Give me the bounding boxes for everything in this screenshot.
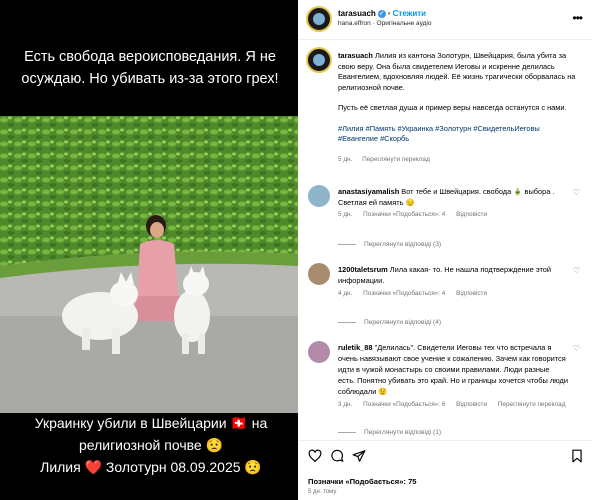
caption-username[interactable]: tarasuach [338, 51, 373, 60]
comment-meta: 3 дн. Позначки «Подобається»: 6 Відповіс… [338, 401, 574, 408]
comments-list[interactable]: tarasuach Лилия из кантона Золотурн, Шве… [298, 41, 592, 439]
comment-username[interactable]: 1200taletsrum [338, 265, 388, 274]
caption-text2: Пусть её светлая душа и пример веры навс… [338, 103, 567, 112]
author-line: tarasuach ✓ • Стежити [338, 9, 426, 18]
comment-likes[interactable]: Позначки «Подобається»: 4 [363, 290, 445, 297]
commenter-avatar[interactable] [308, 263, 330, 285]
like-heart-icon[interactable] [308, 449, 322, 463]
media-bottom-caption: Украинку убили в Швейцарии 🇨🇭 на религио… [6, 412, 296, 478]
post-details-panel: tarasuach ✓ • Стежити hana.effron · Оригіна… [298, 0, 592, 500]
comment-meta: 4 дн. Позначки «Подобається»: 4 Відповіс… [338, 290, 496, 297]
avatar-icon [313, 13, 325, 25]
media-top-caption: Есть свобода вероисповедания. Я не осужд… [21, 49, 279, 87]
view-replies-link[interactable]: Переглянути відповіді (1) [338, 429, 441, 436]
comment-translate-link[interactable]: Переглянути переклад [498, 401, 566, 408]
post-header: tarasuach ✓ • Стежити hana.effron · Оригіна… [298, 0, 592, 40]
caption-hashtags[interactable]: #Лилия #Память #Украинка #Золотурн #Свид… [338, 124, 580, 145]
comment-reply-button[interactable]: Відповісти [456, 211, 487, 218]
comment-body: 1200taletsrum Лила какая- то. Не нашла п… [338, 264, 568, 286]
comment-username[interactable]: anastasiyamalish [338, 187, 399, 196]
comment-reply-button[interactable]: Відповісти [456, 290, 487, 297]
post-photo [0, 116, 298, 413]
like-comment-heart-icon[interactable]: ♡ [573, 266, 580, 275]
post-actions: Позначки «Подобається»: 75 5 дн. тому [298, 440, 592, 500]
author-avatar[interactable] [306, 6, 332, 32]
commenter-avatar[interactable] [308, 185, 330, 207]
comment-icon[interactable] [330, 449, 344, 463]
post-caption: tarasuach Лилия из кантона Золотурн, Шве… [338, 51, 580, 165]
save-bookmark-icon[interactable] [570, 449, 584, 463]
caption-text: Лилия из кантона Золотурн, Швейцария, бы… [338, 51, 576, 92]
comment-time: 4 дн. [338, 290, 353, 297]
like-comment-heart-icon[interactable]: ♡ [573, 344, 580, 353]
like-comment-heart-icon[interactable]: ♡ [573, 188, 580, 197]
view-replies-link[interactable]: Переглянути відповіді (3) [338, 241, 441, 248]
media-bottom-line1: Украинку убили в Швейцарии 🇨🇭 на религио… [34, 415, 268, 453]
post-likes-count[interactable]: Позначки «Подобається»: 75 [308, 477, 417, 486]
post-time: 5 дн. тому [308, 489, 337, 495]
share-icon[interactable] [352, 449, 366, 463]
more-options-icon[interactable]: ••• [572, 11, 583, 25]
caption-meta: 5 дн. Переглянути переклад [338, 155, 580, 166]
caption-time: 5 дн. [338, 155, 353, 163]
photo-illustration [0, 116, 298, 413]
caption-author-avatar[interactable] [306, 47, 332, 73]
avatar-icon [313, 54, 325, 66]
author-username[interactable]: tarasuach [338, 9, 376, 18]
comment-reply-button[interactable]: Відповісти [456, 401, 487, 408]
commenter-avatar[interactable] [308, 341, 330, 363]
caption-translate-link[interactable]: Переглянути переклад [362, 156, 430, 163]
separator-dot: • [387, 9, 391, 18]
comment-text: "Делилась". Свидетели Иеговы тех что вст… [338, 343, 568, 396]
comment-body: ruletik_88 "Делилась". Свидетели Иеговы … [338, 342, 568, 397]
comment-time: 5 дн. [338, 211, 353, 218]
media-bottom-line2: Лилия ❤️ Золотурн 08.09.2025 😟 [40, 459, 262, 475]
audio-link[interactable]: hana.effron · Оригінальне аудіо [338, 20, 432, 27]
follow-button[interactable]: Стежити [393, 9, 426, 18]
view-replies-link[interactable]: Переглянути відповіді (4) [338, 319, 441, 326]
post-media[interactable]: Есть свобода вероисповедания. Я не осужд… [0, 0, 298, 500]
comment-time: 3 дн. [338, 401, 353, 408]
comment-meta: 5 дн. Позначки «Подобається»: 4 Відповіс… [338, 211, 496, 218]
comment-likes[interactable]: Позначки «Подобається»: 6 [363, 401, 445, 408]
comment-username[interactable]: ruletik_88 [338, 343, 373, 352]
verified-badge-icon: ✓ [377, 9, 386, 18]
comment-likes[interactable]: Позначки «Подобається»: 4 [363, 211, 445, 218]
comment-body: anastasiyamalish Вот тебе и Швейцария. с… [338, 186, 568, 208]
